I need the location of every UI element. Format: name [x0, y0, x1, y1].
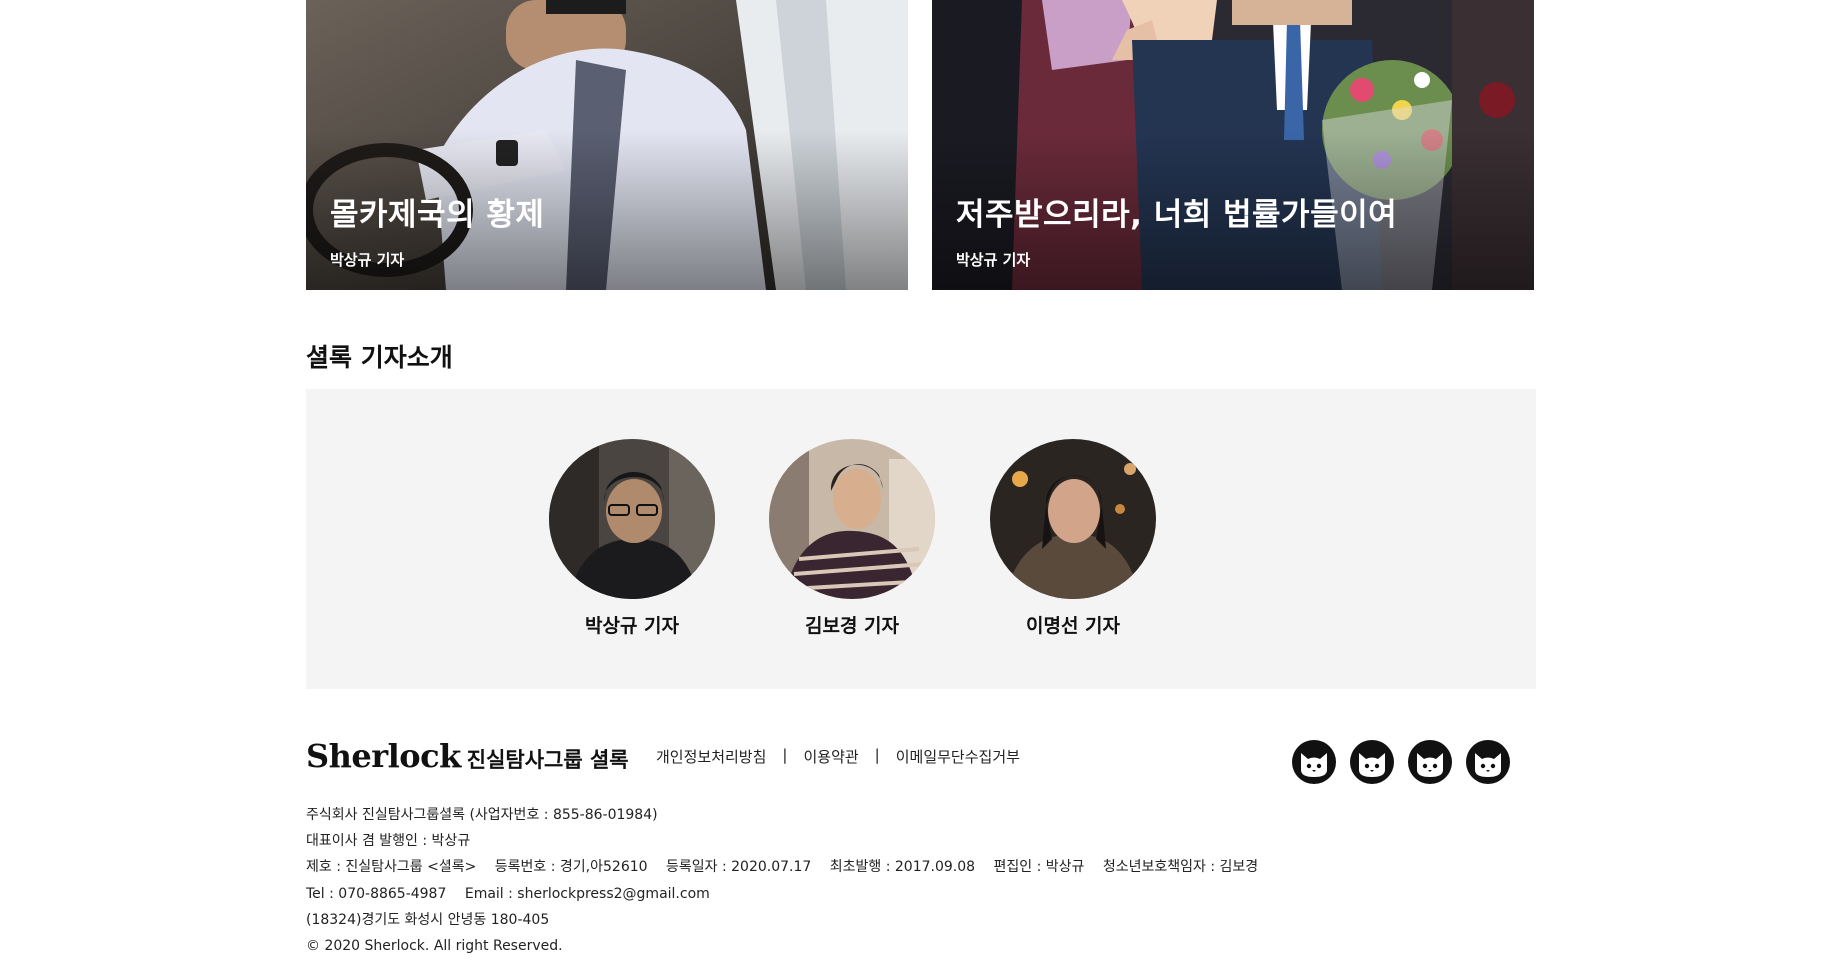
registration-line: 제호 : 진실탐사그룹 <셜록> 등록번호 : 경기,아52610 등록일자 :…: [306, 854, 1272, 880]
telephone: Tel : 070-8865-4987: [306, 885, 447, 902]
terms-link[interactable]: 이용약관: [803, 746, 858, 767]
logo-subtitle: 진실탐사그룹 셜록: [466, 748, 629, 772]
address-line: (18324)경기도 화성시 안녕동 180-405: [306, 911, 550, 928]
email[interactable]: Email : sherlockpress2@gmail.com: [465, 886, 710, 902]
avatar[interactable]: [549, 439, 715, 599]
reporter-card-3[interactable]: 이명선 기자: [990, 439, 1156, 638]
cat-icon[interactable]: [1408, 740, 1452, 784]
copyright: © 2020 Sherlock. All right Reserved.: [306, 938, 563, 955]
social-icons: [1292, 740, 1510, 784]
feature-card-1-title[interactable]: 몰카제국의 황제: [330, 189, 544, 234]
footer-links: 개인정보처리방침 | 이용약관 | 이메일무단수집거부: [656, 746, 1020, 767]
reporter-name[interactable]: 김보경 기자: [769, 611, 935, 638]
feature-card-1[interactable]: 몰카제국의 황제 박상규 기자: [306, 0, 908, 290]
registration-number: 등록번호 : 경기,아52610: [494, 859, 648, 876]
feature-card-2-title[interactable]: 저주받으리라, 너희 법률가들이여: [956, 189, 1397, 234]
cat-icon[interactable]: [1350, 740, 1394, 784]
footer-logo[interactable]: Sherlock 진실탐사그룹 셜록: [306, 737, 629, 775]
reporter-3-photo: [990, 439, 1156, 599]
ceo-line: 대표이사 겸 발행인 : 박상규: [306, 833, 471, 850]
reporters-panel: 박상규 기자 김보경 기자 이명선 기자: [306, 389, 1536, 689]
section-title: 셜록 기자소개: [306, 343, 453, 372]
link-separator: |: [782, 746, 788, 764]
avatar[interactable]: [990, 439, 1156, 599]
privacy-policy-link[interactable]: 개인정보처리방침: [656, 746, 766, 767]
first-publication: 최초발행 : 2017.09.08: [829, 859, 976, 876]
company-line: 주식회사 진실탐사그룹셜록 (사업자번호 : 855-86-01984): [306, 807, 658, 823]
cat-icon[interactable]: [1466, 740, 1510, 784]
feature-card-2[interactable]: 저주받으리라, 너희 법률가들이여 박상규 기자: [932, 0, 1534, 290]
link-separator: |: [874, 746, 880, 764]
contact-line: Tel : 070-8865-4987 Email : sherlockpres…: [306, 881, 1272, 907]
cat-icon[interactable]: [1292, 740, 1336, 784]
reporter-2-photo: [769, 439, 935, 599]
registration-date: 등록일자 : 2020.07.17: [666, 859, 812, 876]
editor: 편집인 : 박상규: [993, 859, 1085, 876]
publication-title: 제호 : 진실탐사그룹 <셜록>: [306, 859, 477, 876]
youth-protection: 청소년보호책임자 : 김보경: [1102, 859, 1259, 876]
reporter-name[interactable]: 박상규 기자: [549, 611, 715, 638]
reporter-name[interactable]: 이명선 기자: [990, 611, 1156, 638]
reporter-card-2[interactable]: 김보경 기자: [769, 439, 935, 638]
company-info: 주식회사 진실탐사그룹셜록 (사업자번호 : 855-86-01984) 대표이…: [306, 802, 1272, 959]
feature-card-1-author: 박상규 기자: [330, 251, 405, 269]
logo-text: Sherlock: [306, 737, 461, 775]
email-refusal-link[interactable]: 이메일무단수집거부: [896, 746, 1020, 767]
avatar[interactable]: [769, 439, 935, 599]
feature-card-2-author: 박상규 기자: [956, 251, 1031, 269]
reporter-card-1[interactable]: 박상규 기자: [549, 439, 715, 638]
reporter-1-photo: [549, 439, 715, 599]
